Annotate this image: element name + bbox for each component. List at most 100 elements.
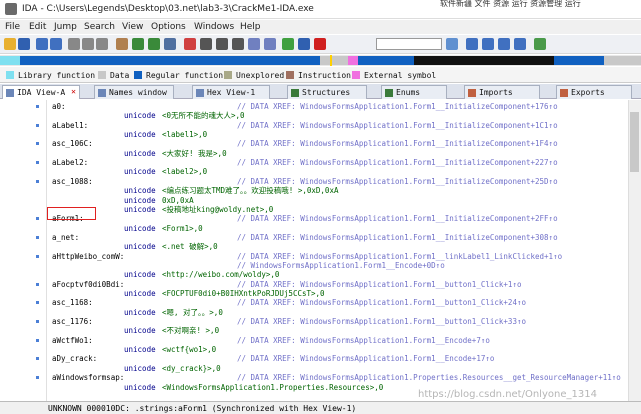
line-marker-dot — [36, 123, 39, 127]
search-icon[interactable] — [132, 38, 144, 50]
menu-edit[interactable]: Edit — [29, 22, 46, 32]
xref-comment[interactable]: // DATA XREF: WindowsFormsApplication1.F… — [237, 280, 521, 289]
menu-options[interactable]: Options — [151, 22, 186, 32]
tab-names-window[interactable]: Names window — [94, 85, 174, 99]
xref-comment[interactable]: // WindowsFormsApplication1.Form1__Encod… — [237, 261, 445, 270]
xref-comment[interactable]: // DATA XREF: WindowsFormsApplication1.F… — [237, 354, 494, 363]
disassembly-view[interactable]: a0: // DATA XREF: WindowsFormsApplication… — [0, 100, 641, 401]
string-operand: <大家好! 我是>,0 — [162, 148, 227, 158]
xref-comment[interactable]: // DATA XREF: WindowsFormsApplication1.P… — [237, 373, 621, 382]
xref-comment[interactable]: // DATA XREF: WindowsFormsApplication1.F… — [237, 317, 526, 326]
undefine-icon[interactable] — [232, 38, 244, 50]
cut-icon[interactable] — [68, 38, 80, 50]
symbol-label[interactable]: aLabel2: — [52, 158, 88, 167]
xref-comment[interactable]: // DATA XREF: WindowsFormsApplication1.F… — [237, 233, 558, 242]
menu-file[interactable]: File — [5, 22, 20, 32]
menu-jump[interactable]: Jump — [54, 22, 77, 32]
xref-comment[interactable]: // DATA XREF: WindowsFormsApplication1.F… — [237, 121, 558, 130]
symbol-label[interactable]: asc_1168: — [52, 298, 93, 307]
xref-comment[interactable]: // DATA XREF: WindowsFormsApplication1.F… — [237, 158, 558, 167]
tab-bar: IDA View-A ✕ Names window Hex View-1 Str… — [0, 84, 641, 99]
menu-view[interactable]: View — [122, 22, 143, 32]
directive: unicode — [124, 111, 156, 121]
xref-comment[interactable]: // DATA XREF: WindowsFormsApplication1.F… — [237, 139, 558, 148]
tab-exports[interactable]: Exports — [556, 85, 632, 99]
pause-icon[interactable] — [298, 38, 310, 50]
hex-icon — [196, 89, 204, 97]
highlight-box — [47, 207, 96, 220]
menu-help[interactable]: Help — [240, 22, 261, 32]
stop-icon[interactable] — [314, 38, 326, 50]
line-marker-dot — [36, 105, 39, 108]
graph-icon[interactable] — [248, 38, 260, 50]
xref-comment[interactable]: // DATA XREF: WindowsFormsApplication1.F… — [237, 102, 558, 111]
forward-icon[interactable] — [50, 38, 62, 50]
symbol-label[interactable]: aFocptvf0di0Bdi: — [52, 280, 124, 289]
string-operand: <编点练习题太TMD难了。。欢迎投稿哦! >,0xD,0xA — [162, 186, 339, 196]
data-icon[interactable] — [216, 38, 228, 50]
symbol-label[interactable]: aHttpWeibo_comW: — [52, 252, 124, 261]
copy-icon[interactable] — [82, 38, 94, 50]
instruction-swatch — [286, 71, 294, 79]
legend-library-function: Library function — [18, 71, 96, 80]
string-operand: <wctf{wo1>,0 — [162, 345, 217, 355]
menu-bar: File Edit Jump Search View Options Windo… — [0, 20, 641, 34]
binary-icon[interactable] — [116, 38, 128, 50]
toolbar — [0, 35, 641, 54]
symbol-label[interactable]: aDy_crack: — [52, 354, 97, 363]
close-icon[interactable]: ✕ — [71, 87, 76, 96]
string-operand: <label2>,0 — [162, 167, 208, 177]
scroll-thumb[interactable] — [630, 112, 639, 172]
back-icon[interactable] — [36, 38, 48, 50]
xref-comment[interactable]: // DATA XREF: WindowsFormsApplication1.F… — [237, 252, 562, 261]
save-icon[interactable] — [18, 38, 30, 50]
menu-search[interactable]: Search — [84, 22, 115, 32]
symbol-label[interactable]: asc_1176: — [52, 317, 93, 326]
symbol-label[interactable]: aWindowsformsap: — [52, 373, 124, 382]
run-icon[interactable] — [184, 38, 196, 50]
step-out-icon[interactable] — [498, 38, 510, 50]
step-icon[interactable] — [466, 38, 478, 50]
string-operand: <dy_crack}>,0 — [162, 363, 221, 373]
library-function-swatch — [6, 71, 14, 79]
run-to-icon[interactable] — [514, 38, 526, 50]
search-next-icon[interactable] — [148, 38, 160, 50]
symbol-label[interactable]: asc_1088: — [52, 177, 93, 186]
proximity-icon[interactable] — [264, 38, 276, 50]
directive: unicode — [124, 167, 156, 177]
debugger-select[interactable] — [376, 38, 442, 50]
title-bar: IDA - C:\Users\Legends\Desktop\03.net\la… — [0, 0, 641, 19]
structures-icon — [291, 89, 299, 97]
xref-comment[interactable]: // DATA XREF: WindowsFormsApplication1.F… — [237, 214, 558, 223]
paste-icon[interactable] — [96, 38, 108, 50]
symbol-label[interactable]: aLabel1: — [52, 121, 88, 130]
names-icon — [98, 89, 106, 97]
string-operand: <嗯, 对了。。>,0 — [162, 307, 223, 317]
legend-data: Data — [110, 71, 130, 80]
start-debug-icon[interactable] — [282, 38, 294, 50]
directive: unicode — [124, 195, 156, 205]
symbol-label[interactable]: aWctfWo1: — [52, 336, 93, 345]
open-icon[interactable] — [4, 38, 16, 50]
symbol-label[interactable]: asc_106C: — [52, 139, 93, 148]
text-search-icon[interactable] — [164, 38, 176, 50]
tab-hex-view-1[interactable]: Hex View-1 — [192, 85, 270, 99]
menu-windows[interactable]: Windows — [194, 22, 234, 32]
navigation-band[interactable] — [0, 55, 641, 66]
string-operand: <0无所不能的魂大人>,0 — [162, 111, 245, 121]
symbol-label[interactable]: a0: — [52, 102, 66, 111]
step-over-icon[interactable] — [482, 38, 494, 50]
xref-comment[interactable]: // DATA XREF: WindowsFormsApplication1.F… — [237, 177, 558, 186]
trace-icon[interactable] — [534, 38, 546, 50]
tab-ida-view-a[interactable]: IDA View-A ✕ — [2, 85, 80, 99]
breakpoint-icon[interactable] — [446, 38, 458, 50]
xref-comment[interactable]: // DATA XREF: WindowsFormsApplication1.F… — [237, 298, 526, 307]
symbol-label[interactable]: a_net: — [52, 233, 79, 242]
legend-regular-function: Regular function — [146, 71, 224, 80]
line-marker-dot — [36, 338, 39, 342]
xref-comment[interactable]: // DATA XREF: WindowsFormsApplication1.F… — [237, 336, 490, 345]
tab-structures[interactable]: Structures — [287, 85, 367, 99]
tab-imports[interactable]: Imports — [464, 85, 540, 99]
code-icon[interactable] — [200, 38, 212, 50]
tab-enums[interactable]: Enums — [381, 85, 447, 99]
